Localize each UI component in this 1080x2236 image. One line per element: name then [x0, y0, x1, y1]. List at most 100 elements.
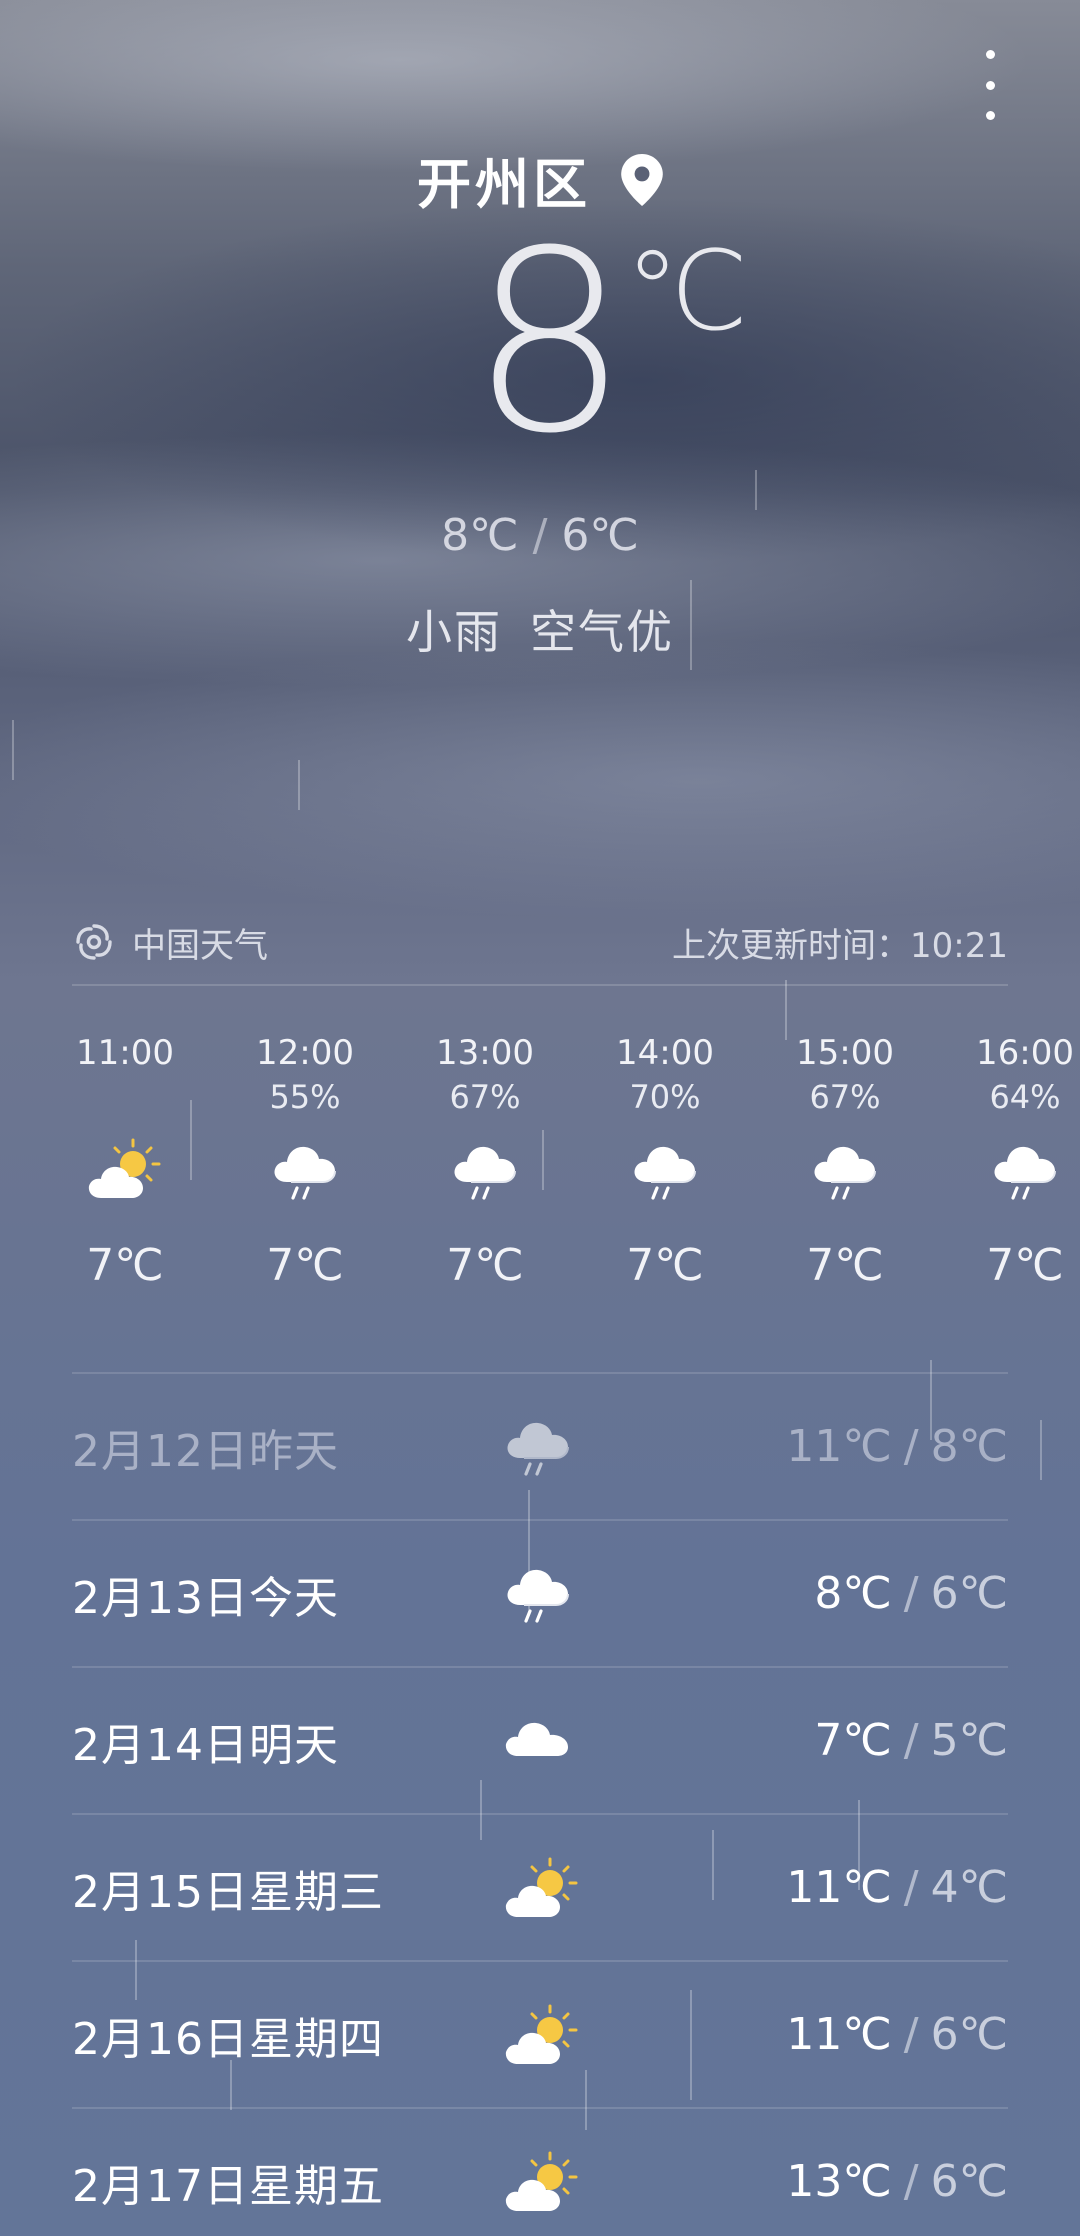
menu-dot — [985, 111, 995, 120]
hour-temperature: 7℃ — [446, 1240, 524, 1291]
daily-row[interactable]: 2月13日今天 8℃/6℃ — [72, 1519, 1008, 1666]
rain-streak — [12, 720, 14, 780]
precipitation-chance: 64% — [989, 1078, 1061, 1116]
light-rain-icon — [502, 1561, 574, 1631]
hour-time: 12:00 — [256, 1033, 354, 1073]
temperature-unit: ℃ — [625, 227, 749, 355]
hourly-item[interactable]: 13:00 67% 7℃ — [410, 1030, 560, 1296]
hour-temperature: 7℃ — [626, 1240, 704, 1291]
hour-temperature: 7℃ — [266, 1240, 344, 1291]
hourly-forecast[interactable]: 11:00 7℃ 12:00 55% 7℃ 13:00 67% 7℃ 14:00 70% 7… — [0, 1030, 1080, 1330]
partly-sunny-icon — [85, 1136, 165, 1210]
day-high: 8℃ — [814, 1568, 892, 1619]
today-high: 8℃ — [441, 510, 519, 561]
daily-row[interactable]: 2月16日星期四 11℃/6℃ — [72, 1960, 1008, 2107]
day-icon-wrap — [502, 2002, 582, 2076]
menu-dot — [985, 80, 995, 90]
day-date: 2月14日明天 — [72, 1719, 339, 1771]
daily-row[interactable]: 2月15日星期三 11℃/4℃ — [72, 1813, 1008, 1960]
partly-sunny-icon — [502, 1855, 582, 1929]
day-low: 6℃ — [930, 2156, 1008, 2207]
current-temperature: 8 — [470, 197, 629, 488]
partly-sunny-icon — [502, 2002, 582, 2076]
day-temp-range: 11℃/6℃ — [786, 2009, 1008, 2060]
today-temp-range: 8℃ / 6℃ — [0, 510, 1080, 561]
day-temp-range: 7℃/5℃ — [814, 1715, 1008, 1766]
light-rain-icon — [449, 1138, 521, 1208]
range-separator: / — [903, 1421, 919, 1472]
hour-temperature: 7℃ — [86, 1240, 164, 1291]
source-brand[interactable]: 中国天气 — [74, 918, 268, 967]
rain-streak — [1040, 1420, 1042, 1480]
china-weather-logo-icon — [76, 924, 112, 960]
hourly-item[interactable]: 12:00 55% 7℃ — [230, 1030, 380, 1296]
precipitation-chance: 67% — [449, 1078, 521, 1116]
hour-time: 16:00 — [976, 1033, 1074, 1073]
light-rain-icon — [809, 1138, 881, 1208]
precipitation-chance: 70% — [629, 1078, 701, 1116]
source-name: 中国天气 — [132, 925, 268, 966]
day-icon-wrap — [502, 1561, 574, 1631]
daily-row[interactable]: 2月14日明天 7℃/5℃ — [72, 1666, 1008, 1813]
precipitation-chance: 55% — [269, 1078, 341, 1116]
rain-streak — [755, 470, 757, 510]
day-temp-range: 8℃/6℃ — [814, 1568, 1008, 1619]
range-separator: / — [903, 2156, 919, 2207]
divider — [72, 984, 1008, 986]
day-high: 11℃ — [786, 2009, 892, 2060]
hour-time: 14:00 — [616, 1033, 714, 1073]
day-icon-wrap — [502, 1855, 582, 1929]
precipitation-chance — [50, 1076, 200, 1118]
more-vert-icon[interactable] — [975, 50, 1005, 120]
range-separator: / — [903, 2009, 919, 2060]
light-rain-icon — [989, 1138, 1061, 1208]
day-date: 2月12日昨天 — [72, 1425, 339, 1477]
hourly-item[interactable]: 15:00 67% 7℃ — [770, 1030, 920, 1296]
day-temp-range: 11℃/8℃ — [786, 1421, 1008, 1472]
rain-streak — [298, 760, 300, 810]
hour-time: 15:00 — [796, 1033, 894, 1073]
weather-screen: 开州区 8 ℃ 8℃ / 6℃ 小雨 空气优 中国天气 上次更新时间：10:21… — [0, 0, 1080, 2236]
air-quality[interactable]: 空气优 — [530, 605, 674, 659]
day-date: 2月15日星期三 — [72, 1866, 384, 1918]
day-high: 13℃ — [786, 2156, 892, 2207]
daily-forecast: 2月12日昨天 11℃/8℃ 2月13日今天 8℃/6℃ 2月14日明天 7℃/5℃… — [72, 1372, 1008, 2236]
day-low: 4℃ — [930, 1862, 1008, 1913]
day-low: 6℃ — [930, 1568, 1008, 1619]
menu-dot — [985, 50, 995, 59]
range-separator: / — [903, 1715, 919, 1766]
day-temp-range: 13℃/6℃ — [786, 2156, 1008, 2207]
hour-icon-wrap — [950, 1118, 1080, 1228]
weather-description: 小雨 — [406, 605, 502, 659]
weather-condition: 小雨 空气优 — [0, 596, 1080, 662]
day-date: 2月17日星期五 — [72, 2160, 384, 2212]
hour-icon-wrap — [410, 1118, 560, 1228]
hourly-item[interactable]: 16:00 64% 7℃ — [950, 1030, 1080, 1296]
hour-time: 11:00 — [76, 1033, 174, 1073]
daily-row[interactable]: 2月12日昨天 11℃/8℃ — [72, 1372, 1008, 1519]
light-rain-icon — [269, 1138, 341, 1208]
hour-icon-wrap — [230, 1118, 380, 1228]
day-temp-range: 11℃/4℃ — [786, 1862, 1008, 1913]
day-date: 2月16日星期四 — [72, 2013, 384, 2065]
range-separator: / — [903, 1568, 919, 1619]
day-high: 11℃ — [786, 1862, 892, 1913]
day-icon-wrap — [502, 1414, 574, 1484]
today-low: 6℃ — [561, 510, 639, 561]
day-icon-wrap — [502, 2149, 582, 2223]
hourly-item[interactable]: 14:00 70% 7℃ — [590, 1030, 740, 1296]
hourly-item[interactable]: 11:00 7℃ — [50, 1030, 200, 1296]
daily-row[interactable]: 2月17日星期五 13℃/6℃ — [72, 2107, 1008, 2236]
day-date: 2月13日今天 — [72, 1572, 339, 1624]
partly-sunny-icon — [502, 2149, 582, 2223]
light-rain-icon — [502, 1414, 574, 1484]
day-high: 7℃ — [814, 1715, 892, 1766]
hour-icon-wrap — [590, 1118, 740, 1228]
day-high: 11℃ — [786, 1421, 892, 1472]
last-update-time: 上次更新时间：10:21 — [672, 925, 1008, 966]
source-row: 中国天气 上次更新时间：10:21 — [74, 910, 1008, 974]
range-separator: / — [532, 510, 548, 561]
location-pin-icon — [621, 153, 663, 206]
day-low: 8℃ — [930, 1421, 1008, 1472]
light-rain-icon — [629, 1138, 701, 1208]
